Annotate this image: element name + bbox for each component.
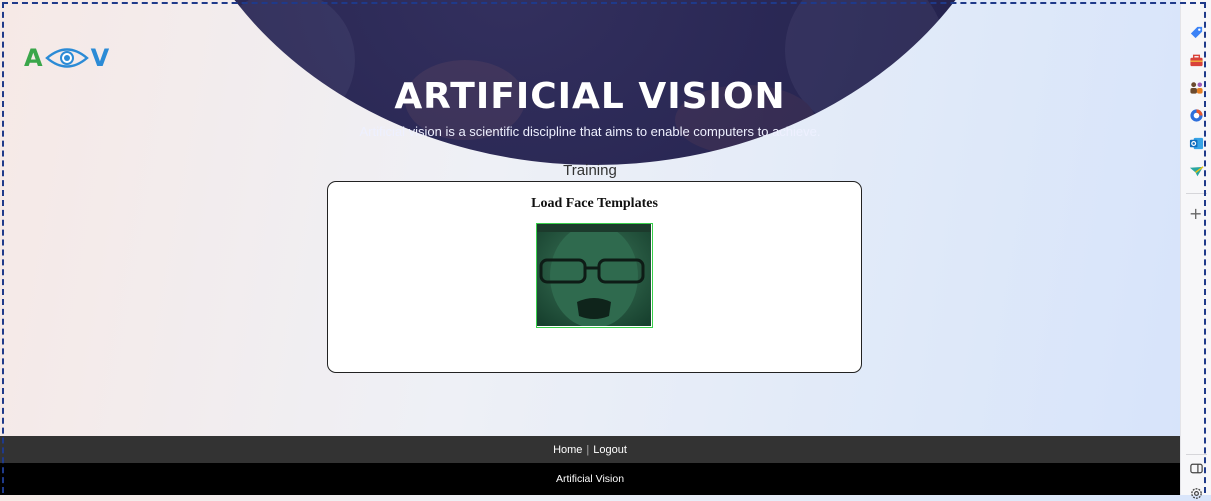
card-title: Load Face Templates	[531, 196, 658, 211]
sidebar-divider	[1186, 454, 1207, 455]
footer-copyright: Artificial Vision	[0, 463, 1180, 495]
logout-link[interactable]: Logout	[593, 444, 627, 456]
hero-subtitle: Artificial vision is a scientific discip…	[359, 124, 821, 139]
web-page: ARTIFICIAL VISION Artificial vision is a…	[0, 0, 1180, 495]
hero-title: ARTIFICIAL VISION	[394, 76, 786, 117]
eye-icon	[44, 48, 89, 68]
briefcase-icon[interactable]	[1189, 53, 1204, 68]
footer-site-name: Artificial Vision	[555, 473, 625, 485]
logo-letter-v: V	[90, 44, 110, 72]
face-templates-card: Load Face Templates	[327, 181, 862, 373]
section-title: Training	[563, 162, 617, 179]
face-template-image[interactable]	[536, 223, 653, 328]
face-photo	[537, 224, 651, 327]
people-icon[interactable]	[1189, 80, 1204, 95]
nav-separator: |	[586, 443, 590, 456]
site-logo[interactable]: A V	[24, 44, 109, 72]
footer-nav: Home | Logout	[0, 436, 1180, 463]
send-icon[interactable]	[1189, 164, 1204, 179]
home-link[interactable]: Home	[553, 444, 582, 456]
sidebar-divider	[1186, 193, 1207, 194]
outlook-icon[interactable]	[1189, 136, 1204, 151]
logo-letter-a: A	[24, 44, 43, 72]
office-icon[interactable]	[1189, 108, 1204, 123]
tag-icon[interactable]	[1189, 25, 1204, 40]
settings-icon[interactable]	[1189, 486, 1204, 501]
browser-sidebar: +	[1180, 0, 1211, 499]
sidebar-toggle-icon[interactable]	[1189, 461, 1204, 476]
add-app-button[interactable]: +	[1189, 206, 1202, 222]
